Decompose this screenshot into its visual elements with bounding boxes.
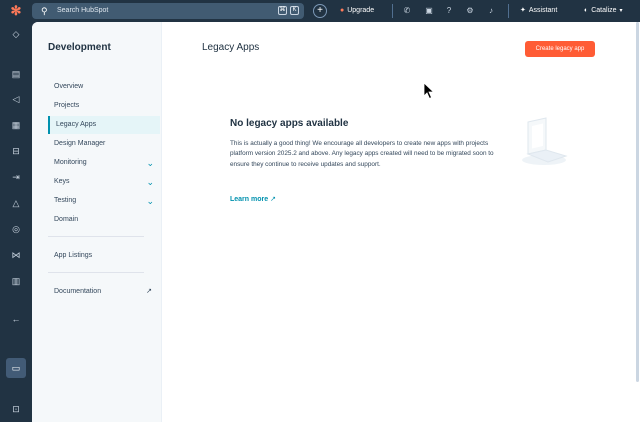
- chevron-down-icon: ▾: [619, 8, 623, 14]
- subnav-item-keys[interactable]: Keys ⌄: [48, 173, 160, 191]
- upgrade-icon: ●: [340, 7, 345, 14]
- subnav-item-app-listings[interactable]: App Listings: [48, 247, 160, 265]
- contacts-icon[interactable]: ▤: [9, 67, 23, 81]
- chevron-down-icon: ⌄: [146, 196, 154, 206]
- marketing-icon[interactable]: ◁: [9, 92, 23, 106]
- empty-state-title: No legacy apps available: [230, 118, 349, 129]
- subnav-item-label: App Listings: [54, 252, 93, 259]
- development-icon[interactable]: ▭: [9, 361, 23, 375]
- subnav-title: Development: [48, 42, 111, 53]
- commerce-icon[interactable]: ⊟: [9, 144, 23, 158]
- content-icon[interactable]: ▦: [9, 118, 23, 132]
- subnav-item-overview[interactable]: Overview: [48, 78, 160, 96]
- top-navigation-bar: ✻ ⚲ Search HubSpot ⌘ K + ● Upgrade ✆ ▣ ? …: [0, 0, 640, 22]
- search-bar[interactable]: ⚲ Search HubSpot ⌘ K: [32, 3, 304, 19]
- development-subnav: Development Overview Projects Legacy App…: [32, 22, 162, 422]
- page-scrollbar[interactable]: [636, 22, 639, 382]
- subnav-item-monitoring[interactable]: Monitoring ⌄: [48, 154, 160, 172]
- subnav-divider: [48, 236, 144, 237]
- topbar-divider: [392, 4, 393, 18]
- subnav-item-label: Keys: [54, 178, 70, 185]
- subnav-item-label: Design Manager: [54, 140, 106, 147]
- assistant-label: Assistant: [528, 7, 558, 14]
- k-key-icon: K: [290, 6, 299, 15]
- learn-more-label: Learn more: [230, 196, 269, 203]
- search-icon: ⚲: [41, 6, 48, 16]
- create-legacy-app-button[interactable]: Create legacy app: [525, 41, 595, 57]
- search-input[interactable]: Search HubSpot: [57, 3, 108, 19]
- subnav-item-label: Testing: [54, 197, 77, 204]
- subnav-item-label: Overview: [54, 83, 84, 90]
- subnav-item-design-manager[interactable]: Design Manager: [48, 135, 160, 153]
- global-sidebar: ◇ ▤ ◁ ▦ ⊟ ⇥ △ ◎ ⋈ ▥ ← ▭ ⊡: [0, 22, 32, 422]
- account-name: Catalize: [591, 7, 617, 14]
- subnav-item-label: Monitoring: [54, 159, 87, 166]
- mouse-cursor-icon: [423, 82, 435, 100]
- service-icon[interactable]: △: [9, 196, 23, 210]
- subnav-item-label: Domain: [54, 216, 79, 223]
- subnav-item-label: Legacy Apps: [56, 121, 97, 128]
- subnav-item-domain[interactable]: Domain: [48, 211, 160, 229]
- expand-sidebar-icon[interactable]: ⊡: [9, 402, 23, 416]
- reporting-icon[interactable]: ▥: [9, 274, 23, 288]
- automation-icon[interactable]: ⋈: [9, 248, 23, 262]
- upgrade-label: Upgrade: [347, 7, 375, 14]
- sparkle-icon: ✦: [520, 7, 526, 14]
- command-key-icon: ⌘: [278, 6, 287, 15]
- empty-state-description: This is actually a good thing! We encour…: [230, 140, 494, 168]
- help-icon[interactable]: ?: [443, 5, 455, 17]
- subnav-item-label: Documentation: [54, 288, 102, 295]
- bookmarks-icon[interactable]: ◇: [9, 27, 23, 41]
- main-panel: Development Overview Projects Legacy App…: [32, 22, 640, 422]
- data-management-icon[interactable]: ◎: [9, 222, 23, 236]
- external-link-icon: ↗: [146, 288, 152, 295]
- assistant-button[interactable]: ✦ Assistant: [520, 0, 557, 22]
- phone-icon[interactable]: ✆: [401, 5, 413, 17]
- subnav-item-testing[interactable]: Testing ⌄: [48, 192, 160, 210]
- empty-laptop-illustration: [522, 117, 568, 165]
- create-new-button[interactable]: +: [313, 4, 327, 18]
- topbar-divider: [508, 4, 509, 18]
- marketplace-icon[interactable]: ▣: [423, 5, 435, 17]
- subnav-item-legacy-apps[interactable]: Legacy Apps: [48, 116, 160, 134]
- chevron-down-icon: ⌄: [146, 158, 154, 168]
- subnav-item-documentation[interactable]: Documentation ↗: [48, 283, 160, 301]
- subnav-item-projects[interactable]: Projects: [48, 97, 160, 115]
- account-avatar-icon: ◐: [584, 7, 589, 14]
- upgrade-button[interactable]: ● Upgrade: [340, 0, 374, 22]
- account-menu[interactable]: ◐ Catalize ▾: [584, 0, 623, 22]
- notifications-bell-icon[interactable]: ♪: [485, 5, 497, 17]
- sales-icon[interactable]: ⇥: [9, 170, 23, 184]
- settings-gear-icon[interactable]: ⚙: [464, 5, 476, 17]
- learn-more-link[interactable]: Learn more ↗: [230, 195, 276, 203]
- back-arrow-icon[interactable]: ←: [9, 312, 23, 326]
- subnav-item-label: Projects: [54, 102, 80, 109]
- chevron-down-icon: ⌄: [146, 177, 154, 187]
- subnav-divider: [48, 272, 144, 273]
- hubspot-logo-icon[interactable]: ✻: [9, 4, 23, 18]
- page-title: Legacy Apps: [202, 42, 260, 53]
- external-link-icon: ↗: [270, 196, 276, 203]
